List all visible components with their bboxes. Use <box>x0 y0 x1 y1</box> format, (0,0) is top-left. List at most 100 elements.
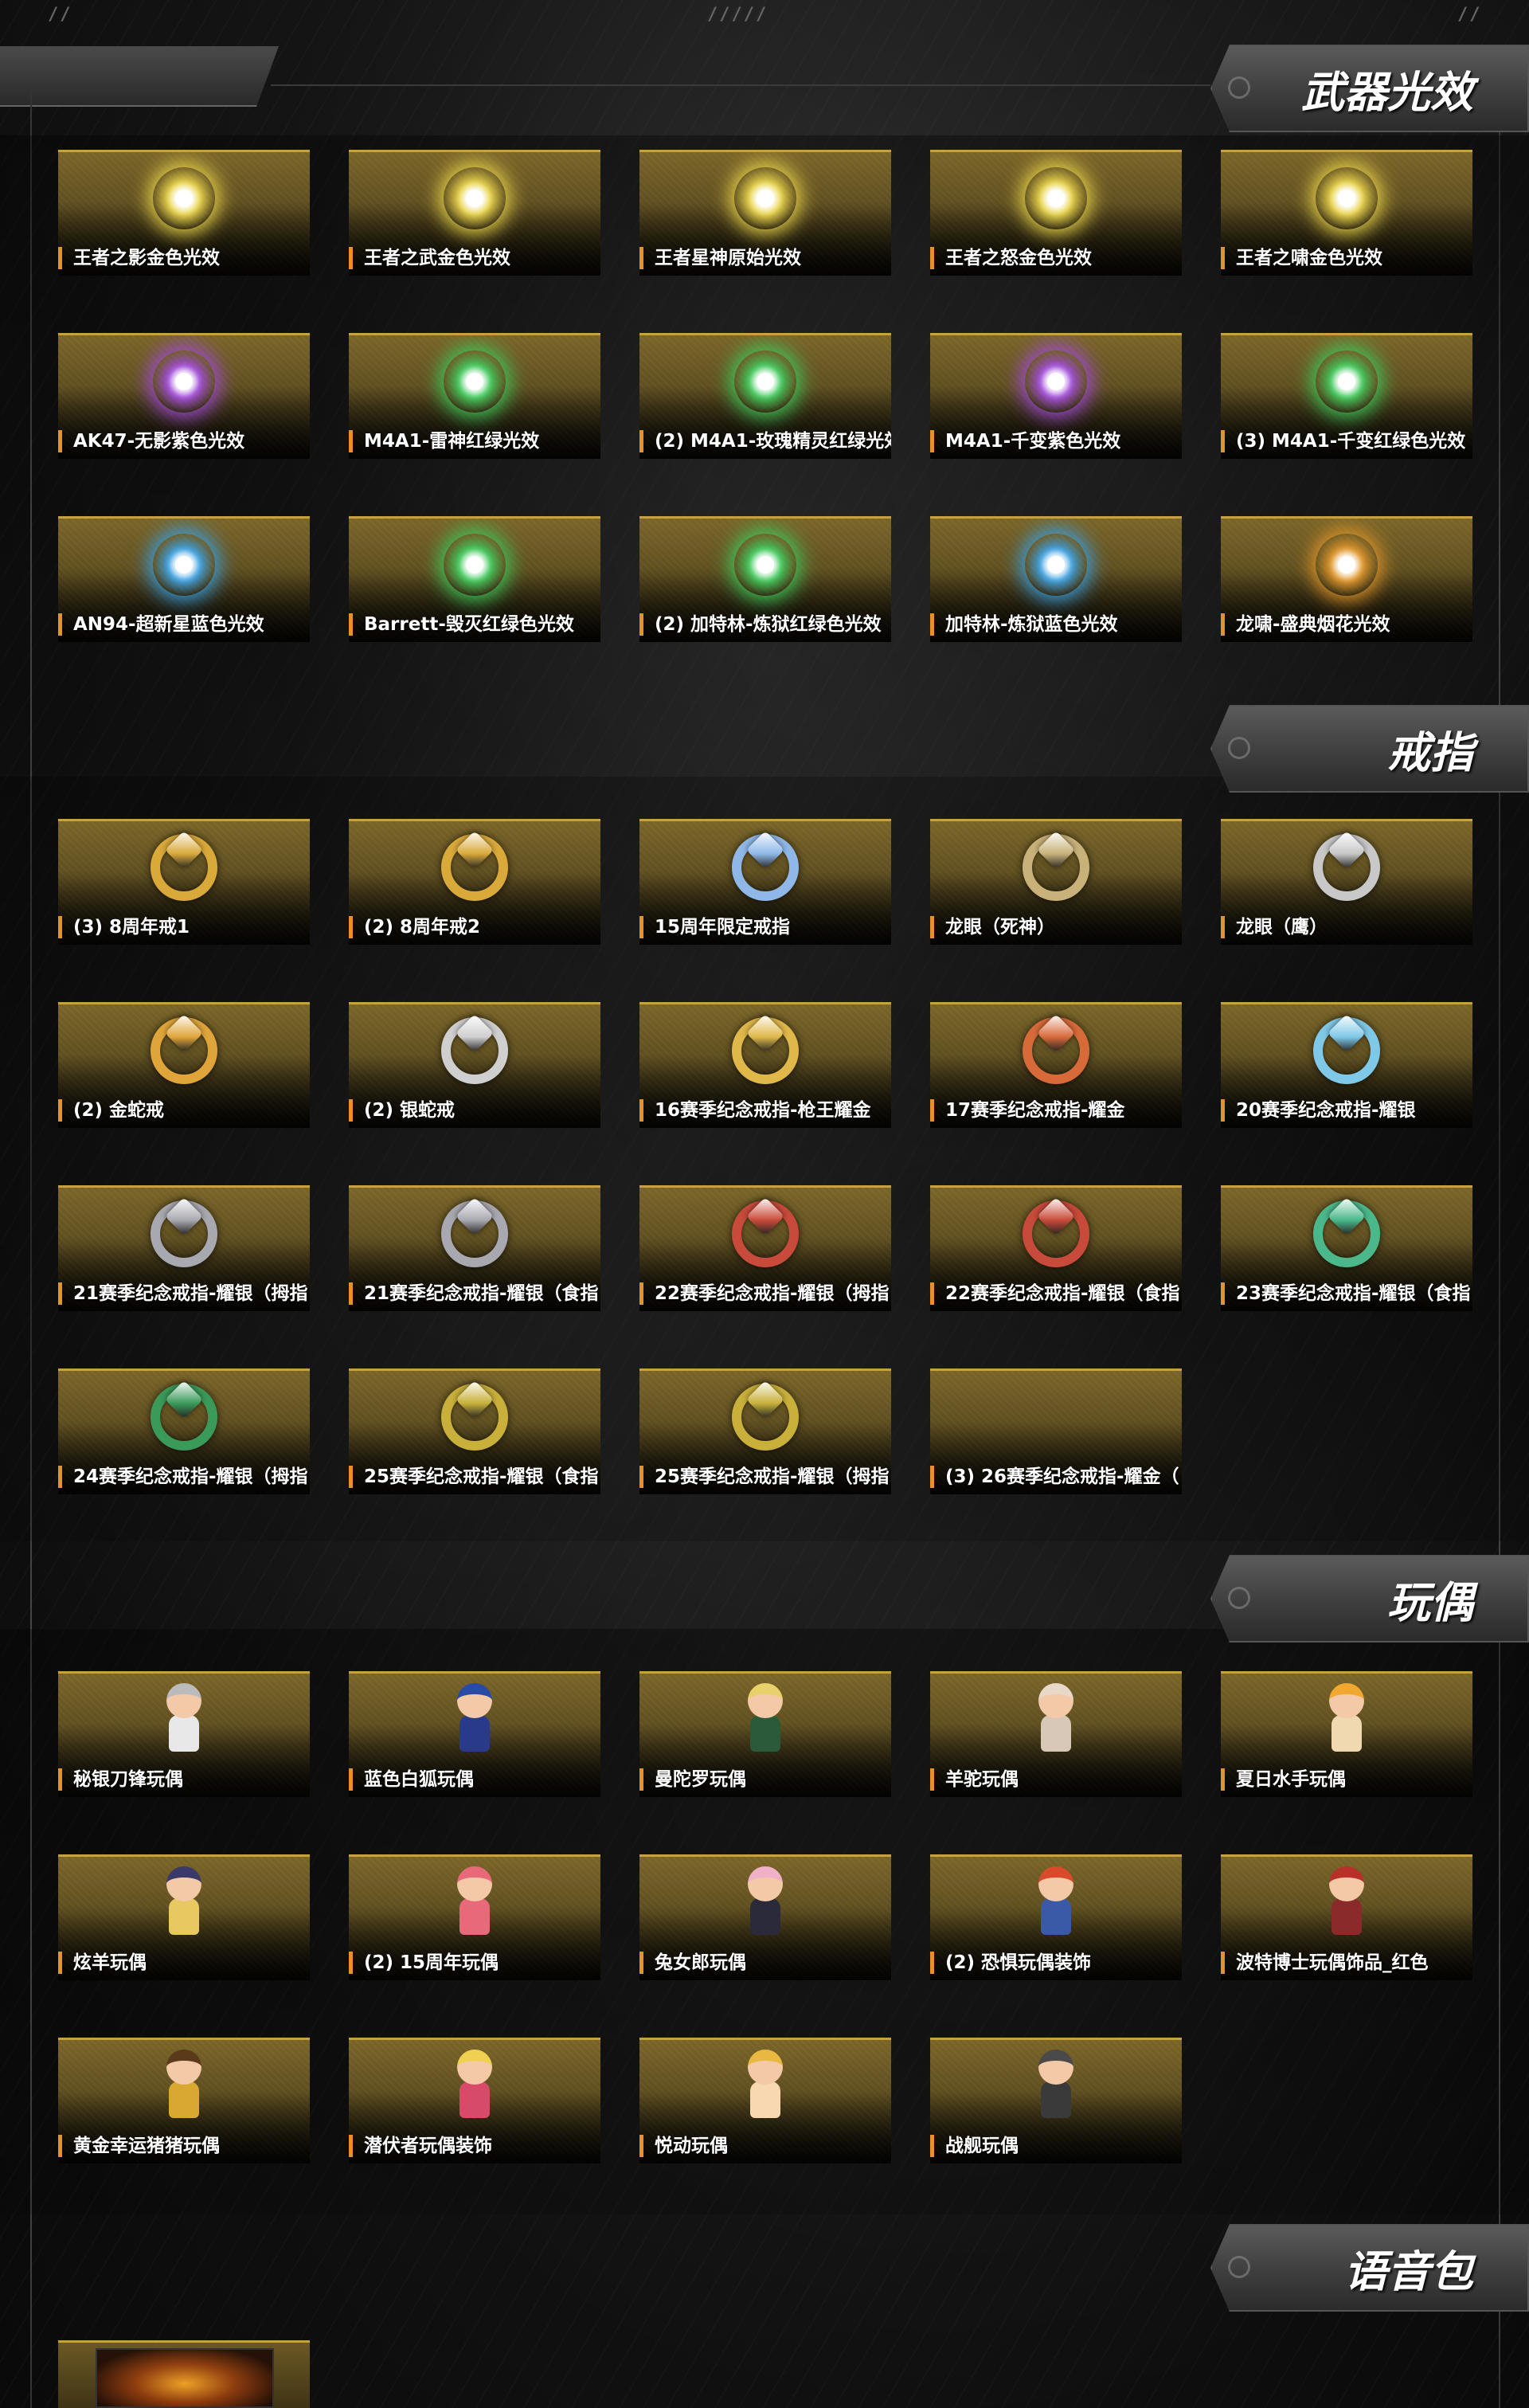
ring-item[interactable]: 龙眼（死神） <box>930 819 1182 945</box>
doll-item[interactable]: 战舰玩偶 <box>930 2038 1182 2163</box>
section-title: 玩偶 <box>1387 1577 1473 1628</box>
ring-label: 16赛季纪念戒指-枪王耀金 <box>639 1099 891 1122</box>
pig-doll-icon <box>148 2050 220 2122</box>
doll-label: (2) 15周年玩偶 <box>349 1952 600 1974</box>
gold-glow-icon <box>148 162 220 234</box>
ring-item[interactable]: (3) 26赛季纪念戒指-耀金（ <box>930 1368 1182 1494</box>
doll-item[interactable]: 羊驼玩偶 <box>930 1671 1182 1797</box>
doll-label: (2) 恐惧玩偶装饰 <box>930 1952 1182 1974</box>
doll-item[interactable]: 潜伏者玩偶装饰 <box>349 2038 600 2163</box>
weapon-effect-label: 龙啸-盛典烟花光效 <box>1221 613 1472 636</box>
weapon-effect-label: (2) 加特林-炼狱红绿色光效 <box>639 613 891 636</box>
weapon-effect-label: (3) M4A1-千变红绿色光效 <box>1221 430 1472 452</box>
doll-item[interactable]: 炫羊玩偶 <box>58 1854 310 1980</box>
weapon-effect-item[interactable]: (2) 加特林-炼狱红绿色光效 <box>639 516 891 642</box>
crown-ring-icon <box>729 1013 801 1087</box>
ring-item[interactable]: 20赛季纪念戒指-耀银 <box>1221 1002 1472 1128</box>
ring-item[interactable]: 23赛季纪念戒指-耀银（食指 <box>1221 1185 1472 1311</box>
purple-glow-icon <box>1020 346 1092 417</box>
weapon-effect-label: 王者之影金色光效 <box>58 247 310 269</box>
ring-item[interactable]: 17赛季纪念戒指-耀金 <box>930 1002 1182 1128</box>
ring-item[interactable]: (2) 银蛇戒 <box>349 1002 600 1128</box>
weapon-effect-item[interactable]: 王者之啸金色光效 <box>1221 150 1472 276</box>
doll-item[interactable]: (2) 15周年玩偶 <box>349 1854 600 1980</box>
ring-item[interactable]: 25赛季纪念戒指-耀银（食指 <box>349 1368 600 1494</box>
ring-label: 25赛季纪念戒指-耀银（拇指 <box>639 1466 891 1488</box>
red-green-glow-icon <box>729 346 801 417</box>
sailor-doll-icon <box>1311 1683 1382 1756</box>
weapon-effect-label: AN94-超新星蓝色光效 <box>58 613 310 636</box>
doll-item[interactable]: 夏日水手玩偶 <box>1221 1671 1472 1797</box>
sheep-doll-icon <box>148 1866 220 1939</box>
ring-item[interactable]: 24赛季纪念戒指-耀银（拇指 <box>58 1368 310 1494</box>
alpaca-doll-icon <box>1020 1683 1092 1756</box>
weapon-effects-header: 武器光效 <box>1210 45 1529 132</box>
gold-glow-icon <box>1020 162 1092 234</box>
ring-label: (3) 26赛季纪念戒指-耀金（ <box>930 1466 1182 1488</box>
ring-item[interactable]: 21赛季纪念戒指-耀银（拇指 <box>58 1185 310 1311</box>
ring-item[interactable]: (2) 8周年戒2 <box>349 819 600 945</box>
weapon-effect-item[interactable]: M4A1-千变紫色光效 <box>930 333 1182 459</box>
weapon-effect-item[interactable]: (3) M4A1-千变红绿色光效 <box>1221 333 1472 459</box>
ring-label: 龙眼（鹰） <box>1221 916 1472 938</box>
doll-label: 战舰玩偶 <box>930 2135 1182 2157</box>
top-left-decoration: // <box>48 5 72 25</box>
ring-item[interactable]: 龙眼（鹰） <box>1221 819 1472 945</box>
ring-item[interactable]: 21赛季纪念戒指-耀银（食指 <box>349 1185 600 1311</box>
top-frame-line <box>271 84 1210 86</box>
doll-item[interactable]: 蓝色白狐玩偶 <box>349 1671 600 1797</box>
ring-item[interactable]: 16赛季纪念戒指-枪王耀金 <box>639 1002 891 1128</box>
weapon-effect-item[interactable]: 加特林-炼狱蓝色光效 <box>930 516 1182 642</box>
tiger-ring-icon <box>439 1196 510 1270</box>
ring-label: 22赛季纪念戒指-耀银（拇指 <box>639 1282 891 1305</box>
tiger-ring-icon <box>148 1196 220 1270</box>
doll-item[interactable]: 悦动玩偶 <box>639 2038 891 2163</box>
doll-label: 波特博士玩偶饰品_红色 <box>1221 1952 1472 1974</box>
ring-label: 24赛季纪念戒指-耀银（拇指 <box>58 1466 310 1488</box>
doll-label: 夏日水手玩偶 <box>1221 1768 1472 1791</box>
weapon-effect-item[interactable]: (2) M4A1-玫瑰精灵红绿光效 <box>639 333 891 459</box>
crown-ring-icon <box>1020 1013 1092 1087</box>
weapon-effect-item[interactable]: AN94-超新星蓝色光效 <box>58 516 310 642</box>
doll-item[interactable]: 兔女郎玩偶 <box>639 1854 891 1980</box>
ring-label: (2) 银蛇戒 <box>349 1099 600 1122</box>
weapon-effect-item[interactable]: Barrett-毁灭红绿色光效 <box>349 516 600 642</box>
weapon-effect-item[interactable]: 王者之怒金色光效 <box>930 150 1182 276</box>
doll-item[interactable]: 秘银刀锋玩偶 <box>58 1671 310 1797</box>
weapon-effect-item[interactable]: 王者之影金色光效 <box>58 150 310 276</box>
weapon-effect-item[interactable]: M4A1-雷神红绿光效 <box>349 333 600 459</box>
ring-label: 15周年限定戒指 <box>639 916 891 938</box>
ring-label: 21赛季纪念戒指-耀银（食指 <box>349 1282 600 1305</box>
dragon-ring-icon <box>1311 1013 1382 1087</box>
doll-label: 兔女郎玩偶 <box>639 1952 891 1974</box>
top-center-decoration: ///// <box>707 5 768 25</box>
doll-label: 羊驼玩偶 <box>930 1768 1182 1791</box>
weapon-effect-item[interactable]: 王者之武金色光效 <box>349 150 600 276</box>
ring-item[interactable]: 15周年限定戒指 <box>639 819 891 945</box>
lurker-doll-icon <box>439 2050 510 2122</box>
weapon-effect-label: AK47-无影紫色光效 <box>58 430 310 452</box>
ring-item[interactable]: (2) 金蛇戒 <box>58 1002 310 1128</box>
doll-item[interactable]: (2) 恐惧玩偶装饰 <box>930 1854 1182 1980</box>
emerald-ring-icon <box>1311 1196 1382 1270</box>
weapon-effect-item[interactable]: 王者星神原始光效 <box>639 150 891 276</box>
ring-item[interactable]: 22赛季纪念戒指-耀银（拇指 <box>639 1185 891 1311</box>
weapon-effect-item[interactable]: 龙啸-盛典烟花光效 <box>1221 516 1472 642</box>
top-left-tab <box>0 46 279 107</box>
blue-glow-icon <box>148 529 220 601</box>
joy-doll-icon <box>729 2050 801 2122</box>
ring-item[interactable]: (3) 8周年戒1 <box>58 819 310 945</box>
weapon-effect-item[interactable]: AK47-无影紫色光效 <box>58 333 310 459</box>
doll-item[interactable]: 黄金幸运猪猪玩偶 <box>58 2038 310 2163</box>
ring-item[interactable]: 25赛季纪念戒指-耀银（拇指 <box>639 1368 891 1494</box>
doll-item[interactable]: 波特博士玩偶饰品_红色 <box>1221 1854 1472 1980</box>
dragon-ring-icon <box>1311 830 1382 903</box>
doll-label: 曼陀罗玩偶 <box>639 1768 891 1791</box>
red-green-glow-icon <box>729 529 801 601</box>
section-title: 戒指 <box>1387 727 1473 778</box>
purple-glow-icon <box>148 346 220 417</box>
weapon-effect-label: M4A1-雷神红绿光效 <box>349 430 600 452</box>
ring-item[interactable]: 22赛季纪念戒指-耀银（食指 <box>930 1185 1182 1311</box>
doll-item[interactable]: 曼陀罗玩偶 <box>639 1671 891 1797</box>
gold-glow-icon <box>729 162 801 234</box>
